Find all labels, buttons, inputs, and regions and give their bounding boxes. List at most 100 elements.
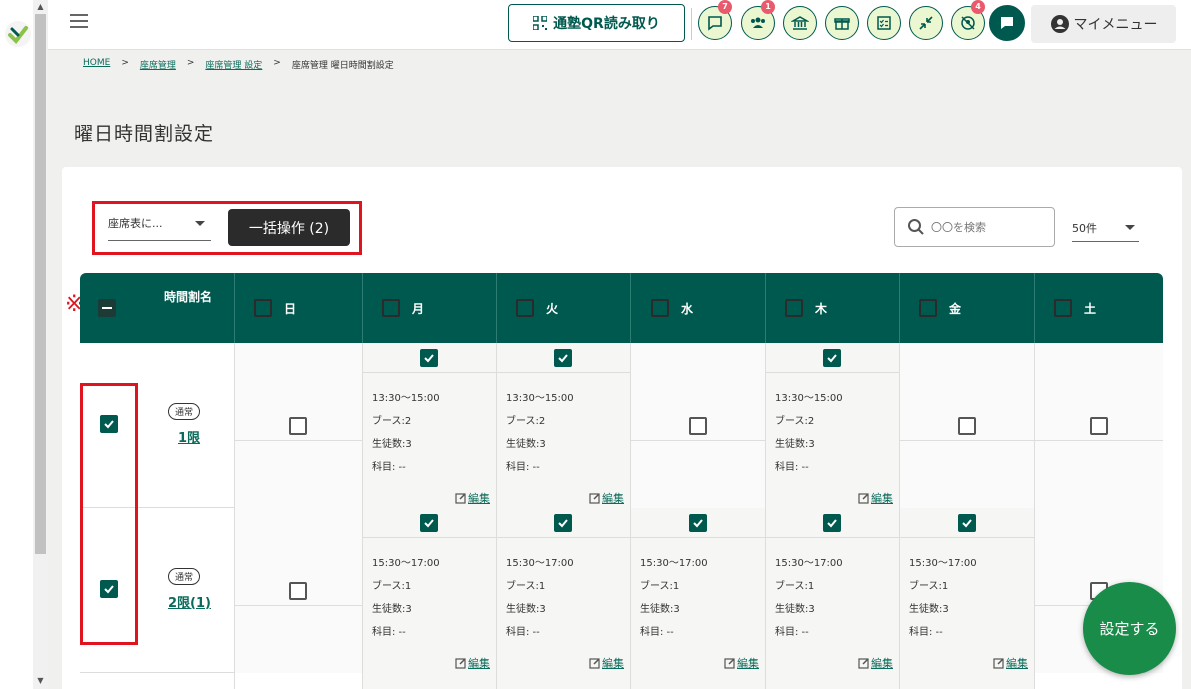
edit-icon	[455, 658, 466, 669]
day-checkbox-wed[interactable]	[651, 299, 669, 317]
cell-checkbox[interactable]	[1089, 416, 1108, 435]
cell-edit-link[interactable]: 編集	[455, 490, 490, 506]
cell-time: 13:30〜15:00	[506, 393, 574, 404]
gift-icon[interactable]	[825, 6, 859, 40]
cell-edit-link[interactable]: 編集	[589, 655, 624, 671]
day-header-tue[interactable]: 火	[516, 273, 558, 343]
cell-checkbox[interactable]	[554, 348, 572, 367]
location-off-icon[interactable]: 4	[951, 0, 985, 40]
timetable-cell-tue: 13:30〜15:00 ブース:2 生徒数:3 科目: -- 編集	[496, 343, 630, 508]
cell-edit-link[interactable]: 編集	[455, 655, 490, 671]
day-checkbox-mon[interactable]	[382, 299, 400, 317]
cell-checkbox[interactable]	[289, 581, 307, 600]
cell-students: 生徒数:3	[640, 604, 680, 615]
cell-checkbox[interactable]	[554, 513, 572, 532]
day-checkbox-thu[interactable]	[785, 299, 803, 317]
cell-students: 生徒数:3	[775, 439, 815, 450]
people-icon[interactable]: 1	[741, 0, 775, 40]
chat-icon[interactable]	[989, 5, 1025, 41]
bulk-action-button[interactable]: 一括操作 (2)	[228, 209, 350, 246]
breadcrumb-separator: >	[186, 58, 195, 68]
select-all-checkbox[interactable]	[98, 273, 116, 343]
cell-edit-link[interactable]: 編集	[993, 655, 1028, 671]
breadcrumb-current: 座席管理 曜日時間割設定	[291, 61, 394, 71]
column-separator	[765, 343, 766, 508]
cell-checkbox[interactable]	[688, 513, 707, 532]
qr-read-button[interactable]: 通塾QR読み取り	[508, 4, 685, 42]
app-logo-icon[interactable]	[4, 20, 32, 48]
cell-time: 15:30〜17:00	[640, 558, 708, 569]
edit-label: 編集	[1006, 657, 1028, 670]
cell-checkbox[interactable]	[688, 416, 707, 435]
search-field[interactable]	[894, 207, 1055, 247]
cell-subject: 科目: --	[909, 627, 943, 638]
cell-checkbox[interactable]	[823, 513, 841, 532]
cell-info: 13:30〜15:00 ブース:2 生徒数:3 科目: --	[372, 387, 440, 479]
bank-icon[interactable]	[783, 6, 817, 40]
edit-label: 編集	[737, 657, 759, 670]
breadcrumb-seat-settings[interactable]: 座席管理 設定	[205, 58, 262, 71]
search-icon	[908, 219, 924, 235]
per-page-select[interactable]: 50件	[1072, 220, 1139, 242]
edit-label: 編集	[602, 492, 624, 505]
day-header-thu[interactable]: 木	[785, 273, 827, 343]
per-page-value: 50件	[1072, 222, 1097, 235]
day-checkbox-fri[interactable]	[919, 299, 937, 317]
message-icon[interactable]: 7	[698, 0, 732, 40]
cell-time: 15:30〜17:00	[909, 558, 977, 569]
scroll-up-icon[interactable]: ▲	[35, 2, 46, 12]
cell-edit-link[interactable]: 編集	[724, 655, 759, 671]
day-header-wed[interactable]: 水	[651, 273, 693, 343]
cell-header	[765, 508, 899, 538]
scrollbar-thumb[interactable]	[35, 14, 46, 554]
checklist-icon[interactable]	[867, 6, 901, 40]
message-badge: 7	[718, 0, 732, 14]
cell-checkbox[interactable]	[289, 416, 307, 435]
timetable-cell-wed: 15:30〜17:00 ブース:1 生徒数:3 科目: -- 編集	[630, 508, 765, 673]
hamburger-menu-icon[interactable]	[70, 14, 88, 28]
cell-edit-link[interactable]: 編集	[589, 490, 624, 506]
column-separator	[899, 508, 900, 673]
cell-booth: ブース:1	[640, 581, 680, 592]
edit-icon	[993, 658, 1004, 669]
day-header-fri[interactable]: 金	[919, 273, 961, 343]
scroll-down-icon[interactable]: ▼	[35, 676, 46, 686]
my-menu-button[interactable]: マイメニュー	[1031, 5, 1176, 43]
cell-checkbox[interactable]	[957, 513, 976, 532]
day-checkbox-sat[interactable]	[1054, 299, 1072, 317]
day-header-mon[interactable]: 月	[382, 273, 424, 343]
empty-cell-wed	[630, 343, 765, 508]
period-name-link[interactable]: 1限	[178, 427, 200, 446]
period-type-badge: 通常	[168, 568, 201, 585]
cell-checkbox[interactable]	[957, 416, 976, 435]
timetable-cell-tue: 15:30〜17:00 ブース:1 生徒数:3 科目: -- 編集	[496, 508, 630, 673]
qr-code-icon	[533, 16, 548, 30]
cell-edit-link[interactable]: 編集	[858, 490, 893, 506]
day-header-sat[interactable]: 土	[1054, 273, 1096, 343]
cell-edit-link[interactable]: 編集	[858, 655, 893, 671]
edit-label: 編集	[468, 657, 490, 670]
timetable-cell-mon	[362, 673, 496, 689]
cell-booth: ブース:1	[775, 581, 815, 592]
header-separator	[234, 273, 235, 343]
cell-checkbox[interactable]	[420, 513, 438, 532]
day-checkbox-sun[interactable]	[254, 299, 272, 317]
day-header-sun[interactable]: 日	[254, 273, 296, 343]
cell-checkbox[interactable]	[420, 348, 438, 367]
timetable-cell-thu: 15:30〜17:00 ブース:1 生徒数:3 科目: -- 編集	[765, 508, 899, 673]
cell-students: 生徒数:3	[372, 604, 412, 615]
cell-header	[496, 343, 630, 373]
cell-checkbox[interactable]	[823, 348, 841, 367]
search-input[interactable]	[931, 220, 1041, 234]
timetable-cell-fri	[899, 673, 1034, 689]
day-checkbox-tue[interactable]	[516, 299, 534, 317]
compress-icon[interactable]	[909, 6, 943, 40]
cell-header	[496, 508, 630, 538]
apply-settings-button[interactable]: 設定する	[1083, 582, 1176, 675]
breadcrumb-home[interactable]: HOME	[83, 58, 110, 71]
cell-header	[362, 343, 496, 373]
period-name-link[interactable]: 2限(1)	[168, 592, 211, 611]
cell-time: 13:30〜15:00	[775, 393, 843, 404]
breadcrumb-seat-management[interactable]: 座席管理	[140, 58, 176, 71]
seat-select-dropdown[interactable]: 座席表に...	[108, 213, 211, 241]
